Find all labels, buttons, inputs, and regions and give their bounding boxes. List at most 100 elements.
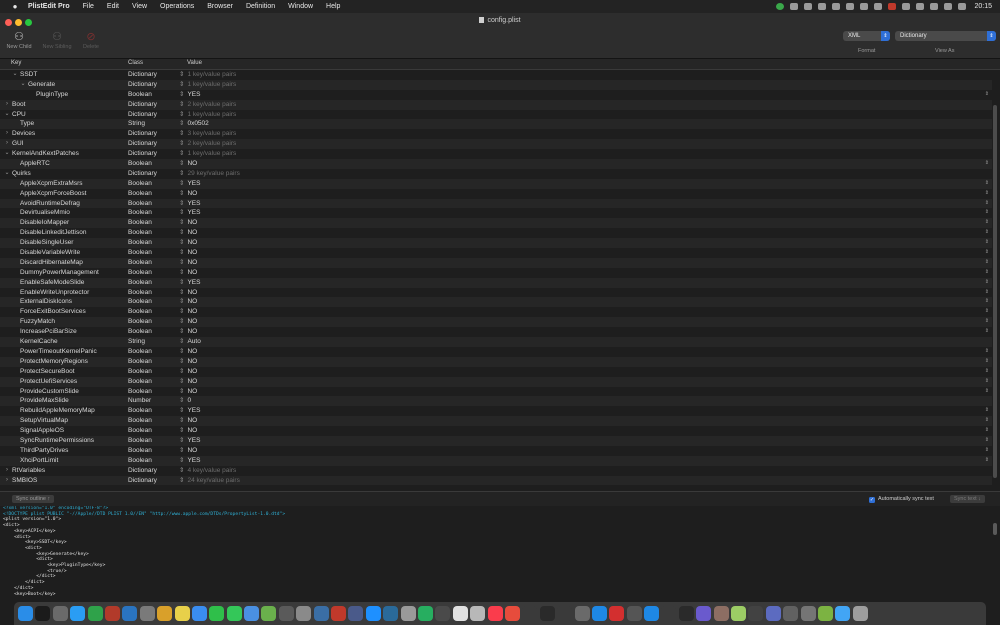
row-class[interactable]: Boolean bbox=[128, 278, 152, 288]
outline-row[interactable]: › SMBIOS Dictionary ⇕ 24 key/value pairs bbox=[0, 475, 992, 486]
status-tray-icon[interactable] bbox=[832, 3, 841, 10]
row-class[interactable]: Dictionary bbox=[128, 110, 157, 120]
row-key[interactable]: ProtectSecureBoot bbox=[20, 367, 75, 377]
stepper-icon[interactable]: ⇕ bbox=[179, 348, 184, 355]
outline-row[interactable]: SetupVirtualMap Boolean ⇕ NO ⇕ bbox=[0, 416, 992, 427]
row-class[interactable]: Boolean bbox=[128, 189, 152, 199]
grapher-icon[interactable] bbox=[435, 606, 451, 621]
row-key[interactable]: SMBIOS bbox=[12, 476, 37, 486]
stepper-icon[interactable]: ⇕ bbox=[179, 368, 184, 375]
disclosure-open-icon[interactable]: ⌄ bbox=[12, 70, 18, 80]
outline-row[interactable]: DisableLinkeditJettison Boolean ⇕ NO ⇕ bbox=[0, 228, 992, 238]
row-key[interactable]: DiscardHibernateMap bbox=[20, 258, 83, 268]
outline-row[interactable]: XhciPortLimit Boolean ⇕ YES ⇕ bbox=[0, 455, 992, 466]
calculator-icon[interactable] bbox=[557, 606, 573, 621]
folder-icon[interactable] bbox=[835, 606, 851, 621]
row-key[interactable]: SyncRuntimePermissions bbox=[20, 436, 94, 446]
outline-row[interactable]: › GUI Dictionary ⇕ 2 key/value pairs bbox=[0, 139, 992, 150]
virtualbox-icon[interactable] bbox=[696, 606, 712, 621]
disclosure-closed-icon[interactable]: › bbox=[4, 100, 10, 110]
status-app-icon[interactable] bbox=[776, 3, 785, 10]
row-class[interactable]: Boolean bbox=[128, 367, 152, 377]
system-preferences-icon[interactable] bbox=[139, 606, 155, 621]
value-popup-icon[interactable]: ⇕ bbox=[985, 416, 989, 426]
row-value[interactable]: ⇕ NO bbox=[179, 387, 197, 397]
row-class[interactable]: Boolean bbox=[128, 426, 152, 436]
row-class[interactable]: Boolean bbox=[128, 406, 152, 416]
row-value[interactable]: ⇕ NO bbox=[179, 446, 197, 456]
value-popup-icon[interactable]: ⇕ bbox=[985, 317, 989, 327]
terminal-icon[interactable] bbox=[35, 606, 51, 621]
unity-icon[interactable] bbox=[626, 606, 642, 621]
menu-operations[interactable]: Operations bbox=[160, 3, 194, 10]
value-popup-icon[interactable]: ⇕ bbox=[985, 456, 989, 466]
outline-row[interactable]: AppleXcpmForceBoost Boolean ⇕ NO ⇕ bbox=[0, 189, 992, 199]
control-center-icon[interactable] bbox=[944, 3, 953, 10]
row-class[interactable]: Boolean bbox=[128, 199, 152, 209]
delete-button[interactable]: ⊘ Delete bbox=[74, 30, 108, 50]
row-key[interactable]: ExternalDiskIcons bbox=[20, 297, 72, 307]
row-class[interactable]: Dictionary bbox=[128, 70, 157, 80]
outline-row[interactable]: DiscardHibernateMap Boolean ⇕ NO ⇕ bbox=[0, 257, 992, 268]
row-value[interactable]: ⇕ YES bbox=[179, 179, 200, 189]
menu-browser[interactable]: Browser bbox=[207, 3, 233, 10]
outline-row[interactable]: › RtVariables Dictionary ⇕ 4 key/value pairs bbox=[0, 466, 992, 476]
stepper-icon[interactable]: ⇕ bbox=[179, 328, 184, 335]
stepper-icon[interactable]: ⇕ bbox=[179, 289, 184, 296]
row-key[interactable]: DisableLinkeditJettison bbox=[20, 228, 86, 238]
ssh-icon[interactable] bbox=[678, 606, 694, 621]
value-popup-icon[interactable]: ⇕ bbox=[985, 406, 989, 416]
outline-row[interactable]: ProtectUefiServices Boolean ⇕ NO ⇕ bbox=[0, 376, 992, 387]
dictionary-icon[interactable] bbox=[331, 606, 347, 621]
row-key[interactable]: ThirdPartyDrives bbox=[20, 446, 68, 456]
row-key[interactable]: AppleXcpmExtraMsrs bbox=[20, 179, 83, 189]
outline-row[interactable]: › Devices Dictionary ⇕ 3 key/value pairs bbox=[0, 129, 992, 139]
row-value[interactable]: ⇕ NO bbox=[179, 367, 197, 377]
row-class[interactable]: Boolean bbox=[128, 218, 152, 228]
coffee-icon[interactable] bbox=[713, 606, 729, 621]
value-popup-icon[interactable]: ⇕ bbox=[985, 208, 989, 218]
disclosure-closed-icon[interactable]: › bbox=[4, 476, 10, 486]
outline-row[interactable]: AvoidRuntimeDefrag Boolean ⇕ YES ⇕ bbox=[0, 198, 992, 209]
sync-outline-button[interactable]: Sync outline ↑ bbox=[12, 495, 55, 503]
outline-row[interactable]: ExternalDiskIcons Boolean ⇕ NO ⇕ bbox=[0, 297, 992, 308]
row-key[interactable]: DisableVariableWrite bbox=[20, 248, 80, 258]
column-value-header[interactable]: Value bbox=[187, 60, 202, 66]
stepper-icon[interactable]: ⇕ bbox=[179, 308, 184, 315]
stepper-icon[interactable]: ⇕ bbox=[179, 269, 184, 276]
row-class[interactable]: Boolean bbox=[128, 307, 152, 317]
row-key[interactable]: AppleXcpmForceBoost bbox=[20, 189, 86, 199]
row-class[interactable]: Boolean bbox=[128, 377, 152, 387]
row-value[interactable]: ⇕ YES bbox=[179, 436, 200, 446]
trash-icon[interactable] bbox=[852, 606, 868, 621]
row-key[interactable]: Type bbox=[20, 119, 34, 129]
status-tray-icon[interactable] bbox=[818, 3, 827, 10]
row-value[interactable]: ⇕ NO bbox=[179, 347, 197, 357]
value-popup-icon[interactable]: ⇕ bbox=[985, 297, 989, 307]
row-class[interactable]: Boolean bbox=[128, 327, 152, 337]
migration-icon[interactable] bbox=[313, 606, 329, 621]
outline-row[interactable]: DevirtualiseMmio Boolean ⇕ YES ⇕ bbox=[0, 208, 992, 218]
disclosure-open-icon[interactable]: ⌄ bbox=[4, 149, 10, 159]
row-class[interactable]: Boolean bbox=[128, 228, 152, 238]
stepper-icon[interactable]: ⇕ bbox=[179, 170, 184, 177]
row-value[interactable]: ⇕ 3 key/value pairs bbox=[179, 129, 236, 139]
android-icon[interactable] bbox=[817, 606, 833, 621]
row-key[interactable]: ForceExitBootServices bbox=[20, 307, 86, 317]
value-popup-icon[interactable]: ⇕ bbox=[985, 387, 989, 397]
stepper-icon[interactable]: ⇕ bbox=[179, 259, 184, 266]
volume-icon[interactable] bbox=[874, 3, 883, 10]
stepper-icon[interactable]: ⇕ bbox=[179, 219, 184, 226]
console-icon[interactable] bbox=[539, 606, 555, 621]
row-value[interactable]: ⇕ NO bbox=[179, 288, 197, 298]
row-class[interactable]: Boolean bbox=[128, 159, 152, 169]
menu-definition[interactable]: Definition bbox=[246, 3, 275, 10]
row-key[interactable]: PowerTimeoutKernelPanic bbox=[20, 347, 97, 357]
value-popup-icon[interactable]: ⇕ bbox=[985, 327, 989, 337]
tools-icon[interactable] bbox=[400, 606, 416, 621]
row-key[interactable]: ProtectUefiServices bbox=[20, 377, 77, 387]
auto-sync-checkbox[interactable]: ✓ Automatically sync text bbox=[869, 495, 934, 503]
cube-icon[interactable] bbox=[383, 606, 399, 621]
row-value[interactable]: ⇕ 1 key/value pairs bbox=[179, 110, 236, 120]
disclosure-open-icon[interactable]: ⌄ bbox=[20, 80, 26, 90]
